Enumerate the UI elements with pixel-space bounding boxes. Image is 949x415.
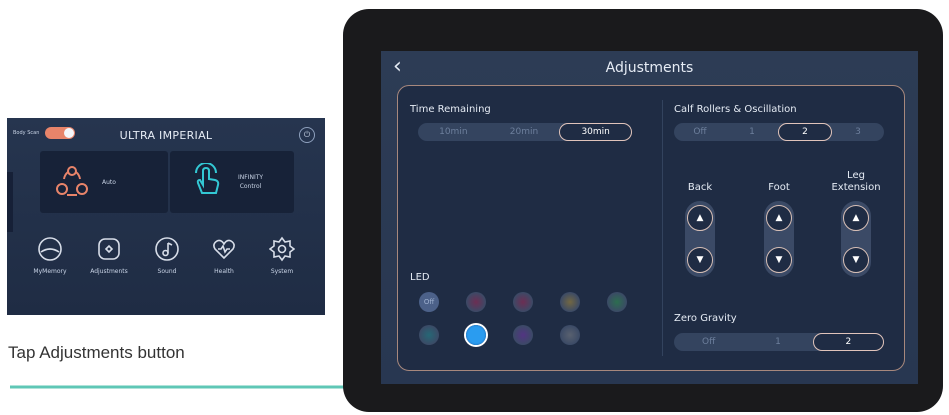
menu-mymemory[interactable]: MyMemory (27, 236, 73, 275)
menu-system[interactable]: System (259, 236, 305, 275)
sound-icon (155, 237, 179, 261)
zero-gravity-option-2[interactable]: 2 (812, 333, 884, 351)
auto-card[interactable]: Auto (40, 151, 168, 213)
calf-rollers-selector: Off 1 2 3 (674, 123, 884, 141)
gear-icon (269, 236, 295, 262)
side-strip (7, 172, 13, 232)
adjustments-screen: ‹ Adjustments Time Remaining 10min 20min… (381, 51, 918, 384)
led-color-swatch[interactable] (607, 292, 627, 312)
home-screen-thumbnail: Body Scan ULTRA IMPERIAL ⏻ Auto INFINITY… (7, 118, 325, 315)
power-icon[interactable]: ⏻ (299, 127, 315, 143)
led-color-swatch[interactable] (466, 292, 486, 312)
back-control: ▲ ▼ (685, 201, 715, 277)
back-label: Back (687, 182, 713, 193)
leg-up-button[interactable]: ▲ (843, 205, 869, 231)
menu-health[interactable]: Health (201, 236, 247, 275)
brand-title: ULTRA IMPERIAL (119, 129, 213, 142)
auto-label: Auto (102, 179, 116, 186)
memory-icon (38, 237, 62, 261)
back-up-button[interactable]: ▲ (687, 205, 713, 231)
leg-extension-control: ▲ ▼ (841, 201, 871, 277)
infinity-label: INFINITY (238, 174, 264, 181)
control-label: Control (239, 183, 262, 190)
calf-option-2[interactable]: 2 (778, 123, 832, 141)
led-color-swatch[interactable] (513, 292, 533, 312)
led-color-swatch[interactable] (466, 325, 486, 345)
zero-gravity-label: Zero Gravity (674, 313, 737, 324)
foot-down-button[interactable]: ▼ (766, 247, 792, 273)
led-off-button[interactable]: Off (419, 292, 439, 312)
menu-adjustments-label: Adjustments (90, 268, 128, 275)
extension-label: Extension (831, 182, 881, 193)
menu-mymemory-label: MyMemory (33, 268, 67, 275)
calf-rollers-label: Calf Rollers & Oscillation (674, 104, 797, 115)
menu-system-label: System (270, 268, 294, 275)
auto-icon (56, 166, 88, 196)
menu-sound[interactable]: Sound (144, 236, 190, 275)
menu-sound-label: Sound (157, 268, 177, 275)
leg-down-button[interactable]: ▼ (843, 247, 869, 273)
foot-up-button[interactable]: ▲ (766, 205, 792, 231)
zero-gravity-selector: Off 1 2 (674, 333, 884, 351)
led-color-swatch[interactable] (560, 292, 580, 312)
time-option-10min[interactable]: 10min (418, 123, 489, 141)
led-color-swatch[interactable] (419, 325, 439, 345)
menu-adjustments[interactable]: Adjustments (86, 236, 132, 275)
led-color-swatch[interactable] (560, 325, 580, 345)
time-option-30min[interactable]: 30min (559, 123, 633, 141)
panel-divider (662, 100, 663, 356)
back-down-button[interactable]: ▼ (687, 247, 713, 273)
hand-tap-icon (195, 163, 220, 194)
instruction-caption: Tap Adjustments button (8, 343, 185, 362)
page-title: Adjustments (605, 60, 694, 76)
adjustments-icon (98, 238, 120, 260)
infinity-control-card[interactable]: INFINITY Control (170, 151, 294, 213)
zero-gravity-option-1[interactable]: 1 (743, 333, 812, 351)
pointer-arrow (10, 377, 382, 397)
calf-option-off[interactable]: Off (674, 123, 726, 141)
time-remaining-label: Time Remaining (410, 104, 491, 115)
foot-label: Foot (768, 182, 790, 193)
adjustments-panel: Time Remaining 10min 20min 30min Calf Ro… (397, 85, 905, 371)
time-option-20min[interactable]: 20min (489, 123, 560, 141)
leg-label: Leg (847, 170, 865, 181)
led-color-swatch[interactable] (513, 325, 533, 345)
zero-gravity-option-off[interactable]: Off (674, 333, 743, 351)
led-label: LED (410, 272, 430, 283)
calf-option-3[interactable]: 3 (832, 123, 884, 141)
time-remaining-selector: 10min 20min 30min (418, 123, 633, 141)
heart-icon (213, 239, 235, 260)
foot-control: ▲ ▼ (764, 201, 794, 277)
menu-health-label: Health (214, 268, 234, 275)
calf-option-1[interactable]: 1 (726, 123, 778, 141)
